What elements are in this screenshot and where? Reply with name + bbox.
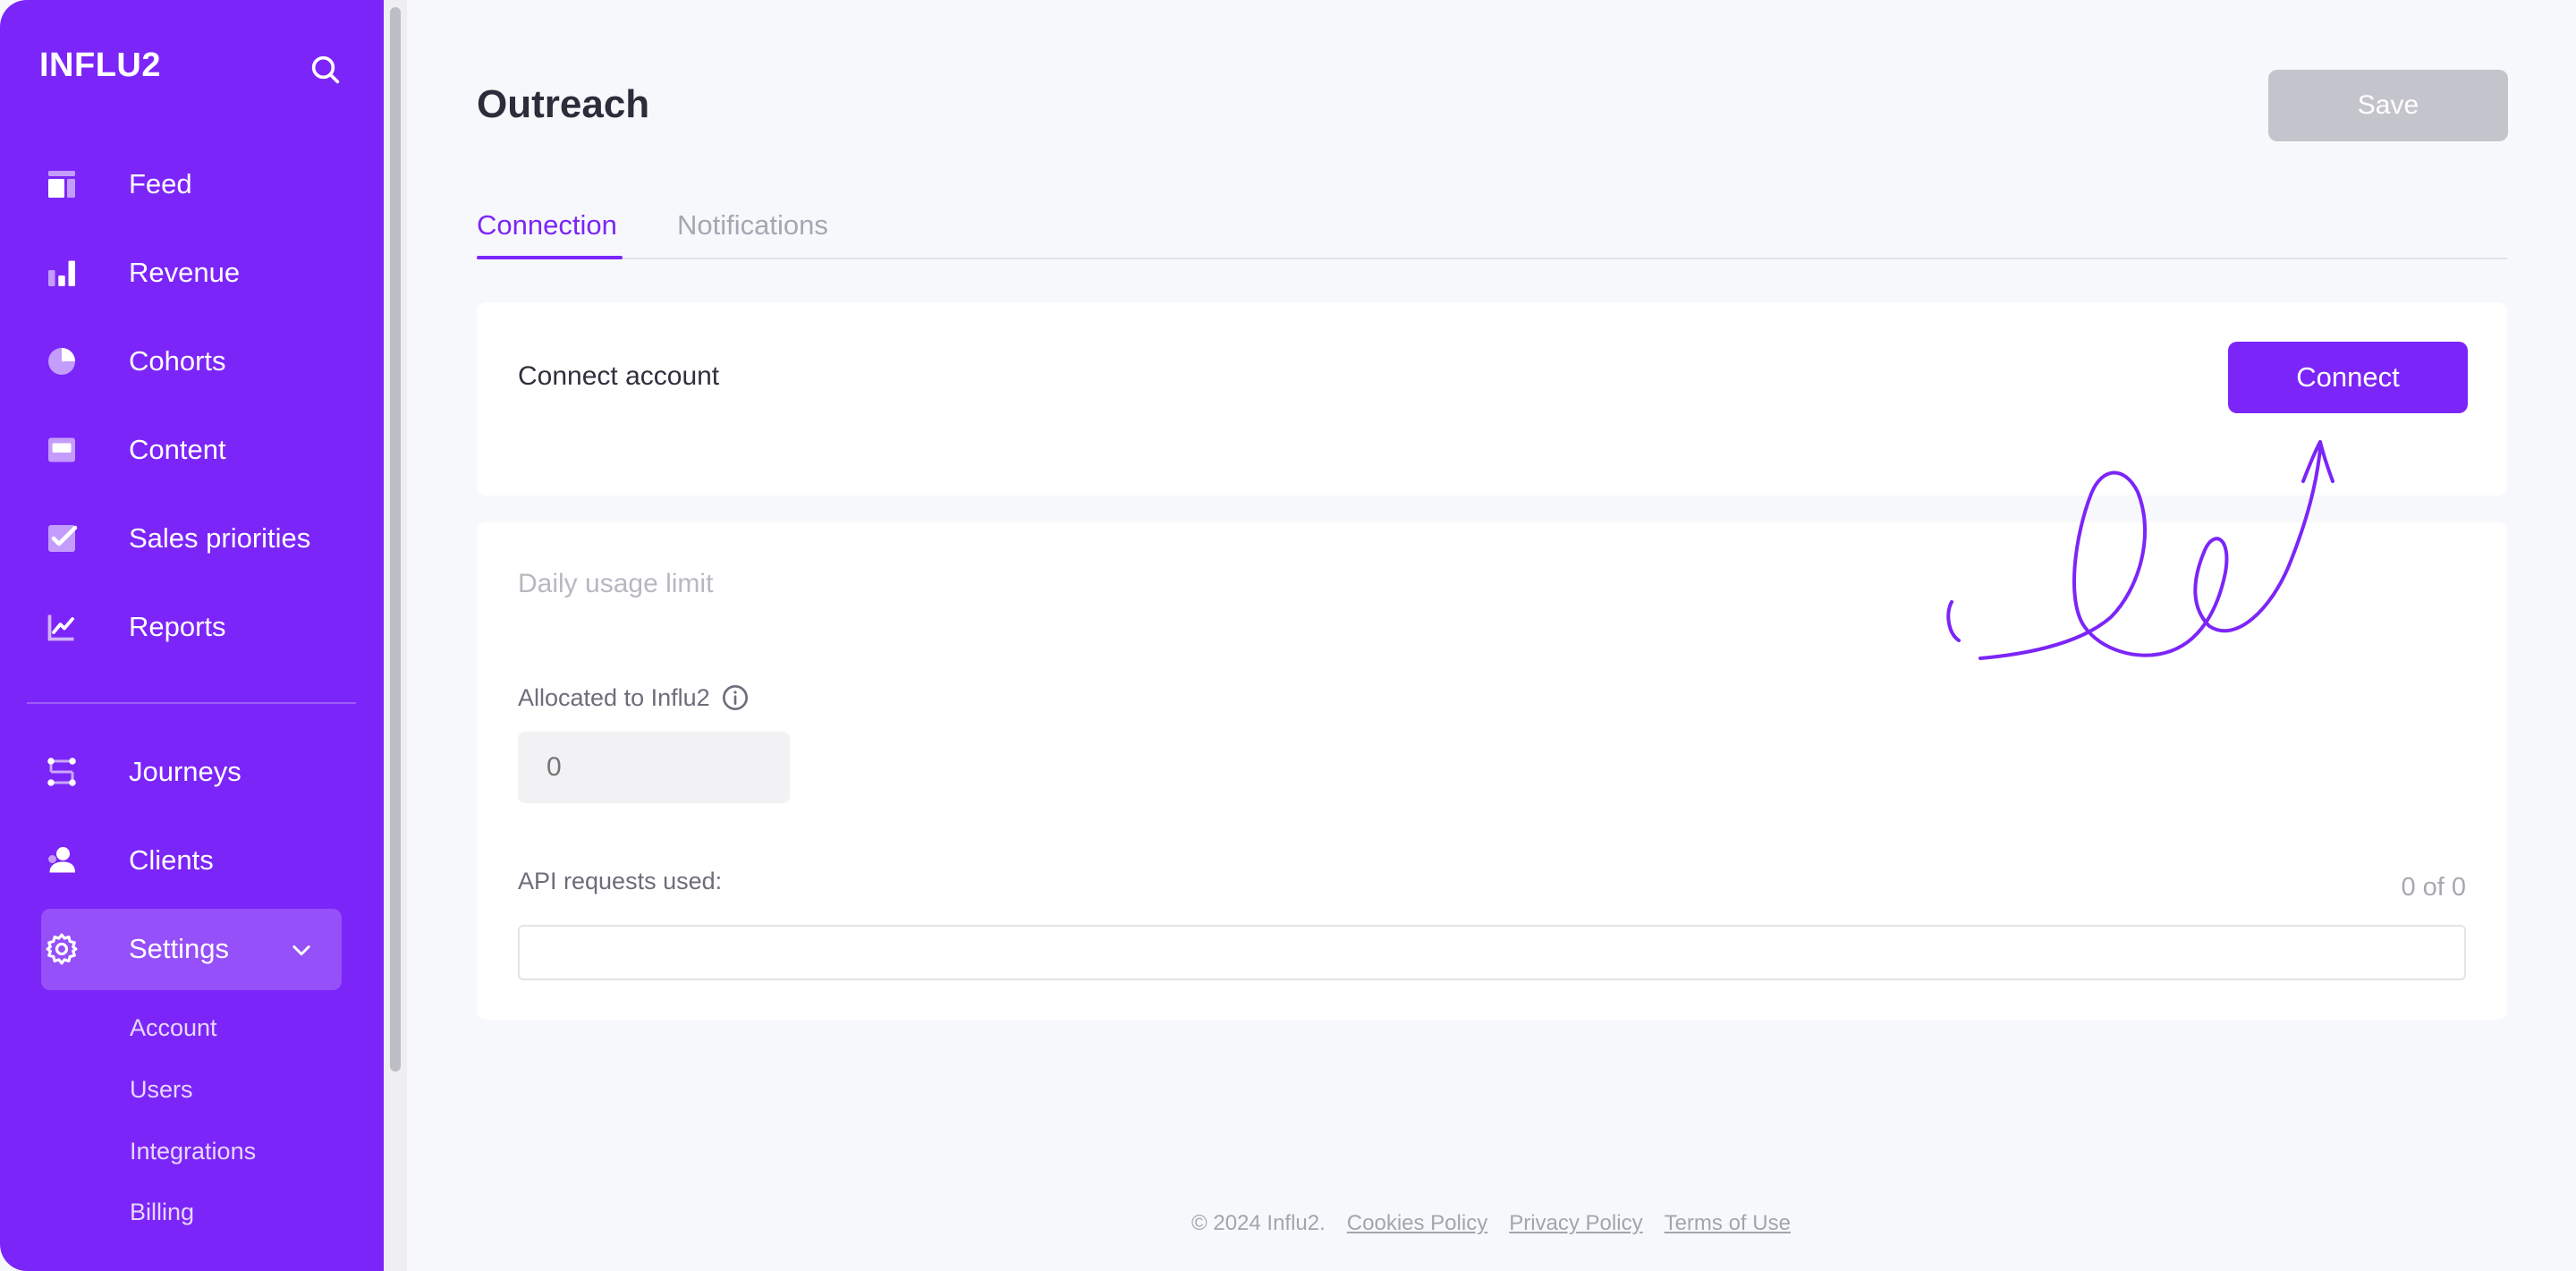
brand-logo[interactable]: INFLU2 <box>39 47 161 85</box>
privacy-policy-link[interactable]: Privacy Policy <box>1509 1211 1642 1236</box>
sidebar-subitem-users[interactable]: Users <box>130 1076 193 1104</box>
hand-drawn-arrow-annotation <box>1946 440 2334 660</box>
page-title: Outreach <box>477 82 650 126</box>
tab-connection[interactable]: Connection <box>477 209 617 241</box>
tab-notifications[interactable]: Notifications <box>677 209 828 241</box>
tab-bar: Connection Notifications <box>477 206 2507 259</box>
sidebar-item-clients[interactable]: Clients <box>41 820 342 901</box>
user-icon <box>41 840 82 881</box>
sidebar-item-sales-priorities[interactable]: Sales priorities <box>41 498 342 579</box>
sidebar-subitem-account[interactable]: Account <box>130 1014 217 1042</box>
active-tab-indicator <box>477 256 623 259</box>
sidebar-subitem-integrations[interactable]: Integrations <box>130 1138 256 1165</box>
checkbox-icon <box>41 518 82 559</box>
sidebar-item-feed[interactable]: Feed <box>41 144 342 225</box>
connect-button[interactable]: Connect <box>2228 342 2468 413</box>
api-requests-count: 0 of 0 <box>2401 873 2466 902</box>
allocated-label-row: Allocated to Influ2 <box>518 683 750 712</box>
sidebar-item-journeys[interactable]: Journeys <box>41 732 342 812</box>
info-icon[interactable] <box>721 683 750 712</box>
sidebar-item-label: Feed <box>129 168 192 199</box>
sidebar-item-label: Reports <box>129 611 226 642</box>
sidebar: INFLU2 Feed Revenue Cohorts Content Sale… <box>0 0 384 1271</box>
allocated-label: Allocated to Influ2 <box>518 683 710 711</box>
sidebar-item-revenue[interactable]: Revenue <box>41 233 342 313</box>
api-usage-progress-bar <box>518 925 2466 980</box>
sidebar-item-label: Revenue <box>129 257 241 288</box>
chevron-down-icon[interactable] <box>289 937 314 962</box>
sidebar-item-cohorts[interactable]: Cohorts <box>41 321 342 402</box>
gear-icon <box>41 928 82 970</box>
sidebar-item-label: Settings <box>129 933 230 964</box>
sidebar-scrollbar-thumb[interactable] <box>390 7 401 1072</box>
footer-copyright: © 2024 Influ2. <box>1191 1211 1326 1235</box>
cookies-policy-link[interactable]: Cookies Policy <box>1347 1211 1487 1236</box>
pie-chart-icon <box>41 341 82 382</box>
save-button[interactable]: Save <box>2268 70 2508 141</box>
bar-chart-icon <box>41 252 82 293</box>
connect-account-label: Connect account <box>518 361 720 391</box>
allocated-input[interactable] <box>518 732 790 803</box>
sidebar-item-label: Clients <box>129 844 214 876</box>
line-chart-icon <box>41 606 82 648</box>
api-requests-label: API requests used: <box>518 868 723 894</box>
sidebar-item-content[interactable]: Content <box>41 410 342 490</box>
sidebar-item-label: Journeys <box>129 756 242 787</box>
journeys-icon <box>41 751 82 792</box>
search-icon[interactable] <box>308 52 343 88</box>
feed-icon <box>41 164 82 205</box>
sidebar-divider <box>27 702 356 704</box>
sidebar-item-label: Sales priorities <box>129 522 311 554</box>
daily-usage-title: Daily usage limit <box>518 569 714 598</box>
terms-of-use-link[interactable]: Terms of Use <box>1665 1211 1791 1236</box>
sidebar-item-label: Cohorts <box>129 345 226 377</box>
footer: © 2024 Influ2. Cookies Policy Privacy Po… <box>1191 1211 1791 1236</box>
sidebar-item-label: Content <box>129 434 226 465</box>
content-icon <box>41 429 82 470</box>
sidebar-subitem-billing[interactable]: Billing <box>130 1199 194 1226</box>
sidebar-item-reports[interactable]: Reports <box>41 587 342 667</box>
